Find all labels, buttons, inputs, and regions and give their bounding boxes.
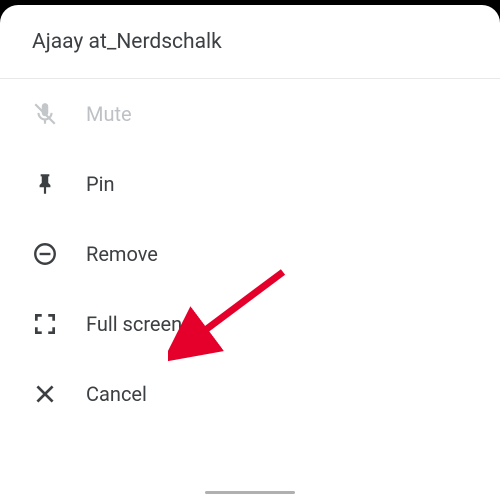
pin-option[interactable]: Pin bbox=[0, 149, 500, 219]
remove-option[interactable]: Remove bbox=[0, 219, 500, 289]
cancel-label: Cancel bbox=[86, 382, 147, 406]
participant-name: Ajaay at_Nerdschalk bbox=[32, 30, 468, 54]
remove-label: Remove bbox=[86, 242, 158, 266]
action-sheet: Ajaay at_Nerdschalk Mute Pin bbox=[0, 5, 500, 500]
mute-label: Mute bbox=[86, 102, 132, 126]
fullscreen-option[interactable]: Full screen bbox=[0, 289, 500, 359]
pin-label: Pin bbox=[86, 172, 115, 196]
fullscreen-label: Full screen bbox=[86, 312, 182, 336]
fullscreen-icon bbox=[32, 311, 58, 337]
remove-icon bbox=[32, 241, 58, 267]
cancel-option[interactable]: Cancel bbox=[0, 359, 500, 429]
sheet-header: Ajaay at_Nerdschalk bbox=[0, 5, 500, 79]
close-icon bbox=[32, 381, 58, 407]
pin-icon bbox=[32, 171, 58, 197]
mute-option: Mute bbox=[0, 79, 500, 149]
mute-icon bbox=[32, 101, 58, 127]
menu-list: Mute Pin Remove bbox=[0, 79, 500, 429]
home-indicator bbox=[205, 491, 295, 494]
